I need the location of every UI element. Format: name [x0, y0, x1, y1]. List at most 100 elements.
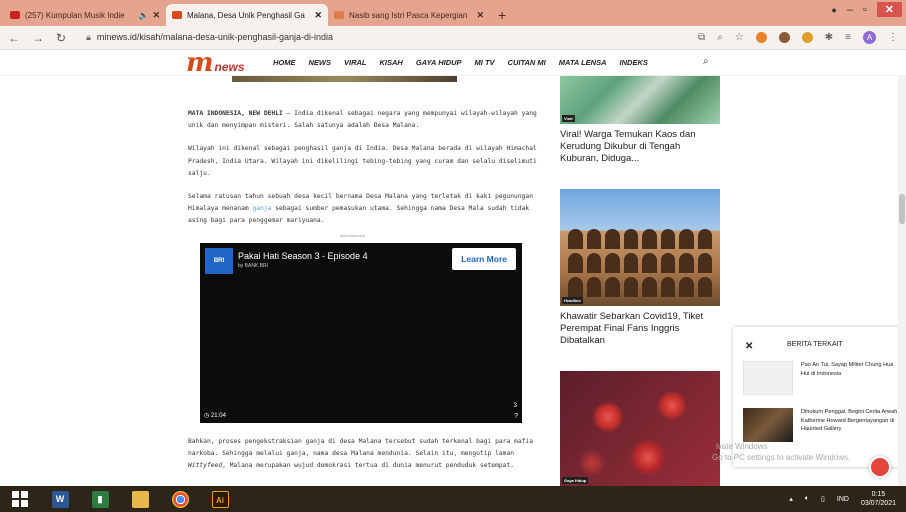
browser-tab-bar: (257) Kumpulan Musik Indie 🔈 ✕ Malana, D… [0, 0, 906, 26]
volume-icon[interactable]: 🔈︎ [805, 495, 809, 503]
news-thumbnail[interactable]: Viral [560, 76, 720, 124]
related-title[interactable]: Pao An Tui, Sayap Militer Chung Hua Hui … [801, 361, 903, 395]
news-card-title[interactable]: Khawatir Sebarkan Covid19, Tiket Perempa… [560, 311, 720, 347]
learn-more-button[interactable]: Learn More [452, 248, 516, 270]
minimize-button[interactable]: – [847, 4, 853, 16]
paragraph-text: mendunia. Selain itu, mengutip laman [373, 450, 515, 457]
tab-close-icon[interactable]: ✕ [476, 10, 484, 21]
sidebar-news-card[interactable]: Gaya Hidup [560, 371, 720, 486]
activate-windows-watermark: ivate Windows Go to PC settings to activ… [712, 441, 850, 463]
file-explorer-icon[interactable] [120, 486, 160, 512]
sidebar-news-card[interactable]: Viral Viral! Warga Temukan Kaos dan Keru… [560, 76, 720, 165]
menu-item-mata-lensa[interactable]: MATA LENSA [559, 58, 607, 67]
system-clock[interactable]: 0:15 03/07/2021 [861, 490, 896, 508]
clock-icon: ◷ [204, 413, 210, 419]
tab-close-icon[interactable]: ✕ [314, 10, 322, 21]
battery-icon[interactable]: ▯ [821, 495, 825, 503]
extension-icon[interactable] [801, 32, 813, 43]
related-thumb[interactable] [743, 408, 793, 442]
new-tab-button[interactable]: + [490, 4, 514, 26]
related-item[interactable]: Dihukum Penggal, Begini Cerita Arwah Kat… [743, 408, 903, 442]
article-body-continued: Bahkan, proses pengekstraksian ganja di … [188, 436, 540, 472]
site-icon [334, 11, 344, 19]
menu-dots-icon[interactable]: ⋮ [888, 32, 898, 43]
menu-item-mi-tv[interactable]: MI TV [475, 58, 495, 67]
url-text: minews.id/kisah/malana-desa-unik-penghas… [96, 32, 333, 42]
ganja-link[interactable]: ganja [252, 205, 271, 212]
translate-icon[interactable]: ⧉ [698, 32, 705, 43]
video-channel-thumb: BRI [205, 248, 233, 274]
back-icon[interactable]: ← [8, 31, 20, 45]
article-body: MATA INDONESIA, NEW DEHLI – India dikena… [188, 108, 540, 239]
news-card-title[interactable]: Viral! Warga Temukan Kaos dan Kerudung D… [560, 129, 720, 165]
menu-item-gaya-hidup[interactable]: GAYA HIDUP [416, 58, 462, 67]
video-title[interactable]: Pakai Hati Season 3 - Episode 4 [238, 251, 368, 261]
extension-icon[interactable] [755, 32, 767, 43]
scrollbar-thumb[interactable] [899, 194, 905, 224]
related-title[interactable]: Dihukum Penggal, Begini Cerita Arwah Kat… [801, 408, 903, 442]
minews-icon [172, 11, 182, 19]
category-badge: Viral [562, 115, 575, 122]
maximize-button[interactable]: ▫ [863, 4, 867, 16]
tab-close-icon[interactable]: ✕ [152, 10, 160, 21]
reading-list-icon[interactable]: ≡ [845, 32, 851, 43]
zoom-icon[interactable]: ⌕ [717, 32, 723, 43]
article-paragraph: MATA INDONESIA, NEW DEHLI – India dikena… [188, 108, 540, 132]
related-thumb[interactable] [743, 361, 793, 395]
menu-item-indeks[interactable]: INDEKS [620, 58, 648, 67]
file-app-icon[interactable]: ▮ [80, 486, 120, 512]
news-thumbnail[interactable]: Headline [560, 189, 720, 306]
menu-item-cuitan-mi[interactable]: CUITAN MI [508, 58, 546, 67]
video-duration: ◷ 21:04 [204, 412, 226, 419]
video-count: 3 [513, 403, 517, 409]
system-tray: ▴ 🔈︎ ▯ IND 0:15 03/07/2021 [789, 486, 896, 512]
search-icon[interactable]: ⌕ [703, 56, 709, 67]
language-indicator[interactable]: IND [837, 496, 849, 503]
record-icon[interactable]: ● [831, 5, 836, 15]
dateline: MATA INDONESIA, NEW DEHLI [188, 110, 283, 117]
extensions-puzzle-icon[interactable]: ✱ [825, 32, 833, 43]
audio-icon[interactable]: 🔈 [138, 11, 148, 20]
menu-item-home[interactable]: HOME [273, 58, 296, 67]
source-name: Wittyfeed [188, 462, 223, 469]
page-scrollbar[interactable] [898, 76, 906, 486]
address-bar: ← → ↻ 🔒︎ minews.id/kisah/malana-desa-unik… [0, 26, 906, 50]
browser-tab[interactable]: (257) Kumpulan Musik Indie 🔈 ✕ [4, 4, 166, 26]
browser-tab[interactable]: Nasib sang Istri Pasca Kepergian ✕ [328, 4, 490, 26]
site-logo[interactable]: m news [186, 50, 245, 76]
word-app-icon[interactable]: W [40, 486, 80, 512]
colosseum-arches [568, 229, 712, 297]
menu-item-viral[interactable]: VIRAL [344, 58, 367, 67]
category-badge: Headline [562, 297, 583, 304]
logo-text: news [214, 60, 245, 74]
close-window-button[interactable]: ✕ [876, 2, 902, 17]
duration-text: 21:04 [210, 413, 226, 419]
windows-start-icon[interactable] [0, 486, 40, 512]
sidebar-news-card[interactable]: Headline Khawatir Sebarkan Covid19, Tike… [560, 189, 720, 347]
menu-item-kisah[interactable]: KISAH [380, 58, 403, 67]
desa-malana-link[interactable]: desa Malana [332, 450, 374, 457]
article-paragraph: Wilayah ini dikenal sebagai penghasil ga… [188, 145, 537, 177]
url-field[interactable]: 🔒︎ minews.id/kisah/malana-desa-unik-pengh… [86, 32, 698, 43]
reload-icon[interactable]: ↻ [56, 31, 66, 45]
popup-close-icon[interactable]: ✕ [745, 341, 753, 352]
tab-title: Nasib sang Istri Pasca Kepergian [349, 10, 468, 20]
illustrator-app-icon[interactable]: Ai [200, 486, 240, 512]
window-controls: ● – ▫ ✕ [831, 2, 902, 17]
browser-tab-active[interactable]: Malana, Desa Unik Penghasil Ga ✕ [166, 4, 328, 26]
video-ad-player[interactable]: BRI Pakai Hati Season 3 - Episode 4 by B… [200, 243, 522, 423]
profile-avatar[interactable]: A [863, 31, 876, 44]
star-icon[interactable]: ☆ [735, 32, 744, 43]
extension-icon[interactable] [778, 32, 790, 43]
help-icon[interactable]: ? [514, 413, 518, 420]
news-thumbnail[interactable]: Gaya Hidup [560, 371, 720, 486]
related-item[interactable]: Pao An Tui, Sayap Militer Chung Hua Hui … [743, 361, 903, 395]
watermark-line: ivate Windows [716, 442, 768, 451]
chrome-app-icon[interactable] [160, 486, 200, 512]
tray-arrow-icon[interactable]: ▴ [789, 495, 793, 503]
menu-item-news[interactable]: NEWS [309, 58, 332, 67]
notification-bell-button[interactable] [869, 456, 891, 478]
lock-icon[interactable]: 🔒︎ [86, 32, 91, 42]
forward-icon[interactable]: → [32, 31, 44, 45]
popup-title: BERITA TERKAIT [787, 341, 843, 348]
